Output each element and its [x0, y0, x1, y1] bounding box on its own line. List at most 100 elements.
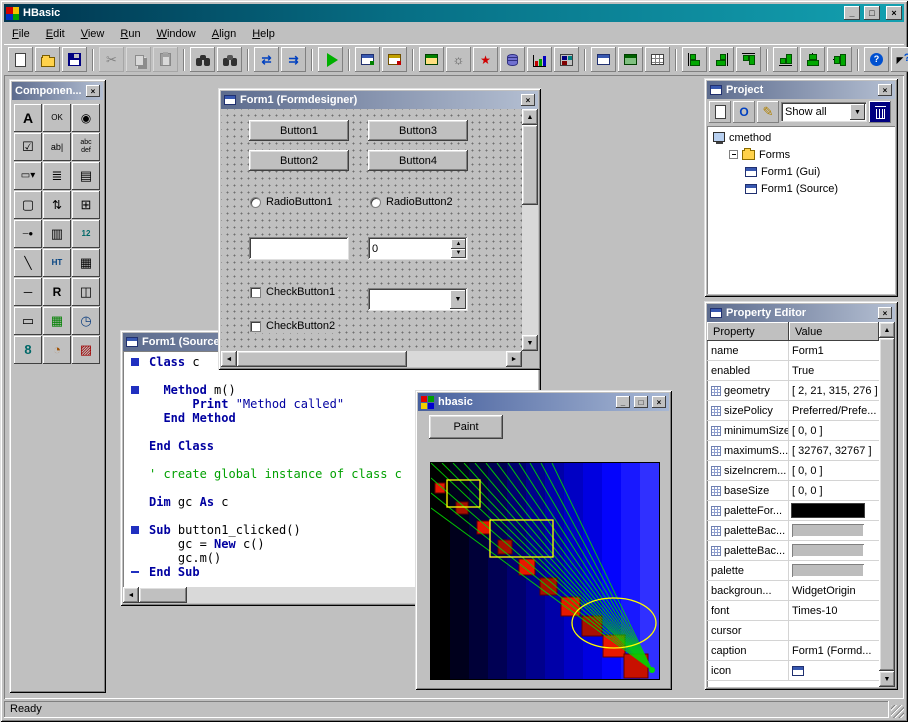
tree-item-forms[interactable]: Forms: [709, 146, 893, 163]
database-browser-button[interactable]: [500, 47, 525, 72]
property-row-maximumS[interactable]: maximumS...[ 32767, 32767 ]: [707, 441, 879, 461]
property-value-cell[interactable]: [789, 621, 879, 640]
property-name-cell[interactable]: minimumSize: [707, 421, 789, 440]
help-contents-button[interactable]: [864, 47, 889, 72]
property-value-cell[interactable]: [ 32767, 32767 ]: [789, 441, 879, 460]
property-value-cell[interactable]: [789, 661, 879, 680]
palette-item-clock[interactable]: ◷: [72, 307, 100, 335]
open-file-button[interactable]: [35, 47, 60, 72]
form-designer-titlebar[interactable]: Form1 (Formdesigner) ×: [221, 91, 538, 109]
copy-button[interactable]: [126, 47, 151, 72]
property-name-cell[interactable]: palette: [707, 561, 789, 580]
object-view-button[interactable]: [733, 101, 755, 123]
palette-item-textlabel[interactable]: R: [43, 278, 71, 306]
resize-grip[interactable]: [891, 705, 904, 718]
delete-item-button[interactable]: [869, 101, 891, 123]
palette-item-tabwidget[interactable]: ◫: [72, 278, 100, 306]
scroll-up-icon[interactable]: ▲: [522, 109, 538, 125]
designed-lineedit[interactable]: [249, 237, 349, 260]
new-source-form-button[interactable]: [382, 47, 407, 72]
align-hcenter-button[interactable]: [800, 47, 825, 72]
scroll-thumb[interactable]: [522, 125, 538, 205]
close-icon[interactable]: ×: [878, 307, 892, 319]
menu-run[interactable]: Run: [112, 26, 148, 42]
scroll-thumb[interactable]: [879, 338, 895, 671]
palette-item-label[interactable]: A: [14, 104, 42, 132]
property-name-cell[interactable]: icon: [707, 661, 789, 680]
maximize-button[interactable]: □: [864, 6, 880, 20]
palette-item-spinbox[interactable]: ⇅: [43, 191, 71, 219]
property-row-name[interactable]: nameForm1: [707, 341, 879, 361]
close-button[interactable]: ×: [886, 6, 902, 20]
class-browser-button[interactable]: [446, 47, 471, 72]
property-column-header[interactable]: Property: [707, 322, 789, 341]
property-row-palette[interactable]: palette: [707, 561, 879, 581]
property-row-enabled[interactable]: enabledTrue: [707, 361, 879, 381]
designed-radiobutton2[interactable]: RadioButton2: [369, 195, 456, 209]
scroll-left-icon[interactable]: ◄: [221, 351, 237, 367]
toolbar-editor-button[interactable]: [419, 47, 444, 72]
menu-window[interactable]: Window: [149, 26, 204, 42]
find-button[interactable]: [190, 47, 215, 72]
property-row-minimumSize[interactable]: minimumSize[ 0, 0 ]: [707, 421, 879, 441]
property-name-cell[interactable]: enabled: [707, 361, 789, 380]
save-file-button[interactable]: [62, 47, 87, 72]
align-left-button[interactable]: [682, 47, 707, 72]
property-name-cell[interactable]: cursor: [707, 621, 789, 640]
close-icon[interactable]: ×: [652, 396, 666, 408]
palette-item-radiobutton[interactable]: ◉: [72, 104, 100, 132]
paint-canvas[interactable]: [430, 462, 660, 680]
form-design-surface[interactable]: Button1 Button3 Button2 Button4 RadioBut…: [221, 109, 522, 351]
palette-item-buttongroup[interactable]: ▢: [14, 191, 42, 219]
scroll-thumb[interactable]: [237, 351, 407, 367]
property-row-sizePolicy[interactable]: sizePolicyPreferred/Prefe...: [707, 401, 879, 421]
designed-spinbox[interactable]: 0 ▲ ▼: [368, 237, 468, 260]
paint-button[interactable]: Paint: [429, 415, 503, 439]
align-right-button[interactable]: [709, 47, 734, 72]
property-value-cell[interactable]: [789, 541, 879, 560]
tree-item-form1-gui[interactable]: Form1 (Gui): [709, 163, 893, 180]
tree-item-cmethod[interactable]: cmethod: [709, 129, 893, 146]
palette-item-multilineedit[interactable]: abc def: [72, 133, 100, 161]
property-vscrollbar[interactable]: ▲ ▼: [879, 322, 895, 687]
new-item-button[interactable]: [709, 101, 731, 123]
palette-item-checkbox[interactable]: ☑: [14, 133, 42, 161]
designed-combobox[interactable]: ▼: [368, 288, 468, 311]
combo-drop-icon[interactable]: ▼: [450, 290, 466, 309]
fold-marker-icon[interactable]: [131, 358, 139, 366]
palette-item-line[interactable]: ╲: [14, 249, 42, 277]
palette-item-timer[interactable]: ◔: [43, 336, 71, 364]
value-column-header[interactable]: Value: [789, 322, 879, 341]
property-name-cell[interactable]: paletteFor...: [707, 501, 789, 520]
property-value-cell[interactable]: [789, 561, 879, 580]
property-name-cell[interactable]: font: [707, 601, 789, 620]
scroll-right-icon[interactable]: ►: [506, 351, 522, 367]
property-value-cell[interactable]: [ 0, 0 ]: [789, 461, 879, 480]
cut-button[interactable]: [99, 47, 124, 72]
fold-marker-icon[interactable]: [131, 386, 139, 394]
collapse-icon[interactable]: [729, 150, 738, 159]
property-value-cell[interactable]: [ 0, 0 ]: [789, 481, 879, 500]
run-titlebar[interactable]: hbasic _ □ ×: [418, 393, 669, 411]
menu-file[interactable]: File: [4, 26, 38, 42]
property-value-cell[interactable]: [ 0, 0 ]: [789, 421, 879, 440]
property-row-paletteBac[interactable]: paletteBac...: [707, 521, 879, 541]
property-name-cell[interactable]: baseSize: [707, 481, 789, 500]
scroll-down-icon[interactable]: ▼: [879, 671, 895, 687]
fold-marker-icon[interactable]: [131, 571, 139, 573]
maximize-icon[interactable]: □: [634, 396, 648, 408]
spin-down-icon[interactable]: ▼: [451, 249, 466, 259]
property-value-cell[interactable]: [789, 521, 879, 540]
minimize-icon[interactable]: _: [616, 396, 630, 408]
property-value-cell[interactable]: WidgetOrigin: [789, 581, 879, 600]
property-row-geometry[interactable]: geometry[ 2, 21, 315, 276 ]: [707, 381, 879, 401]
debugger-button[interactable]: [473, 47, 498, 72]
property-name-cell[interactable]: backgroun...: [707, 581, 789, 600]
close-icon[interactable]: ×: [878, 84, 892, 96]
align-vcenter-button[interactable]: [827, 47, 852, 72]
property-name-cell[interactable]: geometry: [707, 381, 789, 400]
palette-item-pushbutton[interactable]: OK: [43, 104, 71, 132]
designed-checkbutton2[interactable]: CheckButton2: [249, 319, 338, 333]
designed-radiobutton1[interactable]: RadioButton1: [249, 195, 336, 209]
property-row-sizeIncrem[interactable]: sizeIncrem...[ 0, 0 ]: [707, 461, 879, 481]
